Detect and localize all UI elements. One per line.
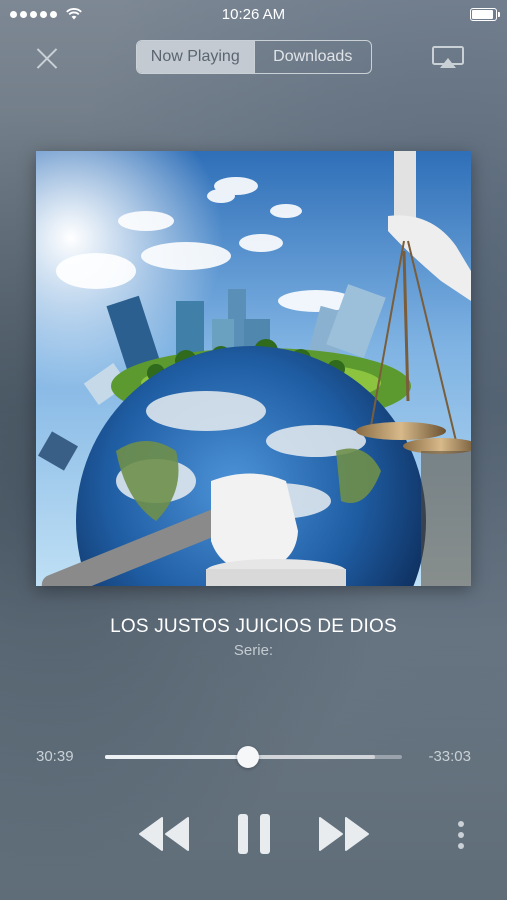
status-time: 10:26 AM — [221, 5, 286, 23]
tab-now-playing[interactable]: Now Playing — [137, 41, 254, 73]
close-icon[interactable] — [33, 44, 61, 72]
track-series: Serie: — [233, 642, 274, 659]
pause-icon[interactable] — [236, 813, 272, 855]
track-title: LOS JUSTOS JUICIOS DE DIOS — [110, 616, 397, 637]
more-vertical-icon[interactable] — [456, 820, 466, 850]
progress-fill — [105, 755, 248, 759]
album-artwork — [36, 151, 471, 586]
remaining-time: -33:03 — [428, 748, 471, 765]
segmented-control: Now Playing Downloads — [136, 40, 372, 74]
fast-forward-icon[interactable] — [318, 816, 370, 852]
top-nav: Now Playing Downloads — [0, 40, 507, 76]
airplay-icon[interactable] — [432, 46, 464, 70]
progress-slider[interactable] — [105, 746, 402, 768]
rewind-icon[interactable] — [138, 816, 190, 852]
battery-icon — [470, 7, 500, 21]
status-bar: 10:26 AM — [0, 0, 507, 28]
tab-downloads[interactable]: Downloads — [253, 41, 372, 73]
playback-controls — [0, 810, 507, 860]
elapsed-time: 30:39 — [36, 748, 74, 765]
progress-thumb[interactable] — [236, 746, 259, 768]
